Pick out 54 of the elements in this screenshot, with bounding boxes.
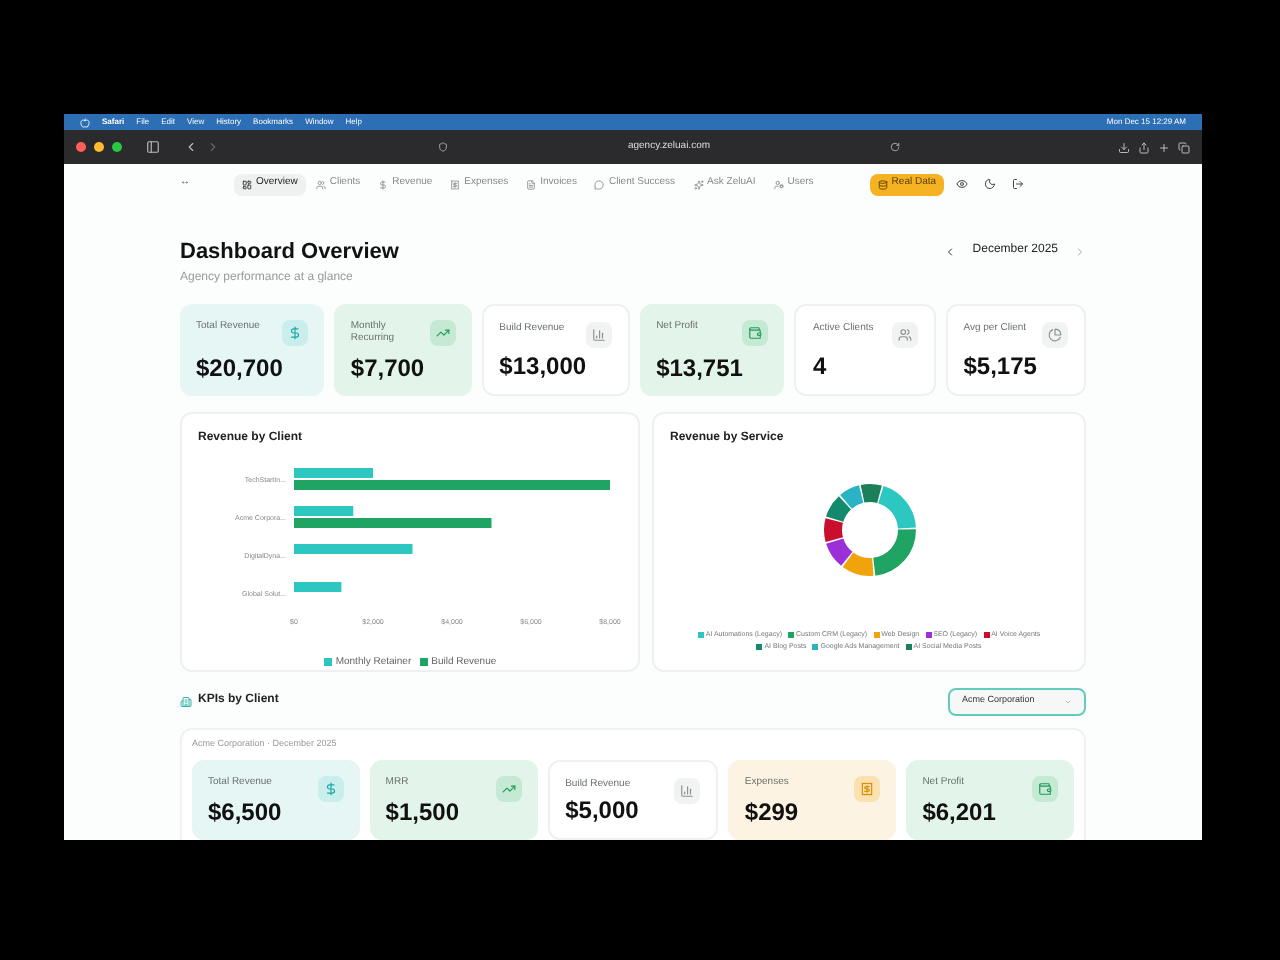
- kpi-value: $7,700: [350, 355, 425, 379]
- dollar-icon: [323, 782, 338, 797]
- shield-icon: [437, 142, 448, 152]
- receipt-icon: [450, 179, 461, 189]
- wallet-icon: [1037, 782, 1052, 797]
- kpi-value: 4: [812, 353, 829, 377]
- back-icon[interactable]: [184, 140, 198, 154]
- document-icon: [526, 179, 537, 189]
- pie-chart-icon: [1048, 327, 1063, 341]
- donut-chart: [819, 479, 919, 579]
- previous-month-icon[interactable]: [944, 245, 957, 257]
- minimize-light[interactable]: [94, 142, 104, 152]
- trend-up-icon: [501, 782, 516, 797]
- chat-icon: [594, 179, 605, 189]
- apple-icon: [80, 117, 90, 127]
- kpi-value: $6,500: [208, 800, 282, 825]
- zoom-light[interactable]: [112, 142, 122, 152]
- kpi-value: $5,175: [963, 353, 1037, 377]
- bar-chart-icon: [592, 327, 607, 341]
- kpi-value: $5,000: [565, 798, 639, 823]
- eye-icon[interactable]: [956, 178, 969, 190]
- logout-icon[interactable]: [1012, 178, 1025, 190]
- database-icon: [877, 179, 888, 189]
- users-icon: [897, 327, 912, 341]
- moon-icon[interactable]: [984, 178, 997, 190]
- kpi-value: $13,000: [499, 353, 587, 377]
- dollar-icon: [378, 179, 389, 189]
- bar: [294, 543, 413, 553]
- kpi-value: $299: [744, 800, 801, 825]
- close-light[interactable]: [76, 142, 86, 152]
- users-icon: [315, 179, 326, 189]
- sparkles-icon: [693, 179, 704, 189]
- wallet-icon: [748, 325, 763, 339]
- download-icon[interactable]: [1118, 141, 1130, 153]
- receipt-icon: [860, 782, 875, 797]
- kpi-value: $1,500: [385, 800, 459, 825]
- dollar-icon: [288, 325, 303, 339]
- legend-swatch: [419, 658, 428, 667]
- bar: [294, 581, 342, 591]
- building-icon: [180, 695, 192, 707]
- bar-chart-icon: [680, 784, 695, 799]
- reload-icon[interactable]: [890, 142, 901, 152]
- sidebar-icon[interactable]: [146, 140, 160, 154]
- kpi-value: $13,751: [656, 355, 743, 379]
- page-title: Dashboard Overview: [180, 238, 399, 268]
- user-gear-icon: [773, 179, 784, 189]
- new-tab-icon[interactable]: [1158, 141, 1170, 153]
- kpi-value: $6,201: [922, 800, 996, 825]
- share-icon[interactable]: [1138, 141, 1150, 153]
- kpi-value: $20,700: [196, 355, 283, 379]
- dashboard-icon: [242, 179, 252, 189]
- tabs-icon[interactable]: [1178, 141, 1190, 153]
- legend-swatch: [323, 658, 332, 667]
- trend-up-icon: [435, 325, 450, 339]
